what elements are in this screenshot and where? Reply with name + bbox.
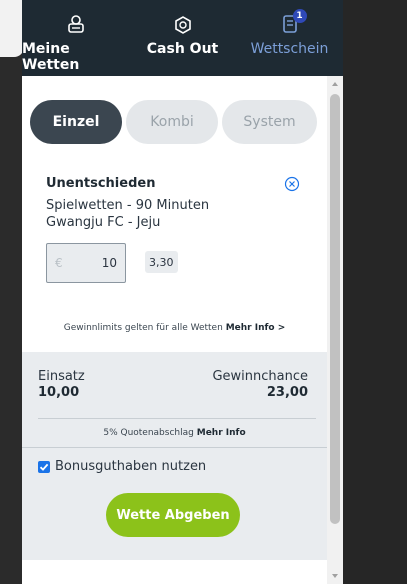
betslip-count-badge: 1 [292,9,307,23]
right-dark-strip [343,0,407,584]
currency-symbol: € [55,256,63,270]
payout-total: 23,00 [266,385,308,400]
summary-divider [38,418,316,419]
betslip-icon-wrap: 1 [279,9,307,35]
limits-more-info-link[interactable]: Mehr Info > [226,323,286,333]
selection-event: Gwangju FC - Jeju [46,215,161,230]
mode-einzel-button[interactable]: Einzel [30,100,122,144]
betslip-panel: Meine Wetten Cash Out 1 Wettschein Einze… [22,0,343,584]
summary-divider-full [22,447,327,448]
tab-meine-wetten[interactable]: Meine Wetten [22,0,129,76]
payout-label: Gewinnchance [212,369,308,384]
odds-deduction-note: 5% Quotenabschlag Mehr Info [22,428,327,438]
stake-label: Einsatz [38,369,85,384]
remove-selection-icon[interactable] [284,176,300,192]
selection-outcome: Unentschieden [46,176,156,191]
stake-input[interactable]: € 10 [46,243,126,283]
scrollbar[interactable] [327,76,343,584]
selection-market: Spielwetten - 90 Minuten [46,198,210,213]
background-card [0,0,24,57]
limits-text: Gewinnlimits gelten für alle Wetten [63,323,223,333]
betslip-content: Einzel Kombi System Unentschieden Spielw… [22,76,343,584]
mode-system-button[interactable]: System [222,100,317,144]
odds-badge: 3,30 [145,251,178,273]
cash-out-icon [174,16,191,34]
bonus-option[interactable]: Bonusguthaben nutzen [38,459,206,474]
mode-kombi-button[interactable]: Kombi [126,100,218,144]
scroll-up-icon[interactable] [331,80,339,88]
odds-deduction-text: 5% Quotenabschlag [103,428,194,438]
scrollbar-thumb[interactable] [330,94,340,524]
limits-note: Gewinnlimits gelten für alle Wetten Mehr… [22,323,327,333]
tab-label: Cash Out [146,41,219,57]
submit-bet-button[interactable]: Wette Abgeben [106,493,240,537]
stake-value: 10 [101,256,117,270]
tab-wettschein[interactable]: 1 Wettschein [236,0,343,76]
tab-label: Meine Wetten [22,41,80,73]
bonus-label: Bonusguthaben nutzen [55,459,207,474]
summary-section: Einsatz 10,00 Gewinnchance 23,00 5% Quot… [22,352,327,584]
my-bets-icon [67,15,84,33]
scroll-down-icon[interactable] [331,572,339,580]
tab-cash-out[interactable]: Cash Out [129,0,236,76]
tab-label: Wettschein [250,41,329,57]
top-nav: Meine Wetten Cash Out 1 Wettschein [22,0,343,76]
bottom-spacer [22,560,327,584]
bonus-checkbox[interactable] [38,460,50,473]
stake-total: 10,00 [38,385,80,400]
odds-deduction-more-info-link[interactable]: Mehr Info [197,428,246,438]
checkmark-icon [39,463,49,471]
